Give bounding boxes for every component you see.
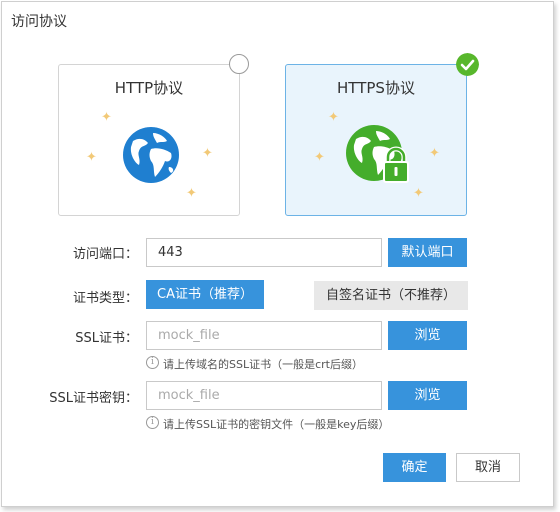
https-protocol-card[interactable]: HTTPS协议 ✦ ✦ ✦ ✦	[285, 64, 467, 216]
port-label: 访问端口：	[72, 247, 138, 262]
cert-type-label: 证书类型：	[72, 291, 138, 306]
self-signed-cert-option[interactable]: 自签名证书（不推荐）	[314, 281, 468, 310]
https-card-title: HTTPS协议	[337, 79, 415, 97]
http-card-title: HTTP协议	[114, 79, 184, 97]
ssl-cert-label: SSL证书：	[75, 331, 138, 346]
http-radio[interactable]	[229, 54, 249, 74]
https-selected-check-icon[interactable]	[456, 53, 479, 76]
cancel-button[interactable]: 取消	[456, 453, 520, 482]
sparkle-icon: ✦	[413, 186, 424, 201]
sparkle-icon: ✦	[86, 150, 97, 165]
sparkle-icon: ✦	[314, 150, 325, 165]
port-input[interactable]	[146, 238, 382, 267]
globe-icon	[123, 127, 179, 183]
dialog-title: 访问协议	[11, 14, 67, 30]
ssl-key-label: SSL证书密钥：	[49, 391, 138, 406]
sparkle-icon: ✦	[186, 186, 197, 201]
info-icon: i	[146, 416, 159, 429]
ssl-key-browse-button[interactable]: 浏览	[388, 381, 467, 410]
http-protocol-card[interactable]: HTTP协议 ✦ ✦ ✦ ✦	[58, 64, 240, 216]
sparkle-icon: ✦	[202, 146, 213, 161]
confirm-button[interactable]: 确定	[383, 453, 446, 482]
ssl-key-hint: 请上传SSL证书的密钥文件（一般是key后缀）	[163, 418, 390, 431]
sparkle-icon: ✦	[429, 146, 440, 161]
ca-cert-option[interactable]: CA证书（推荐）	[146, 280, 264, 309]
ssl-cert-browse-button[interactable]: 浏览	[388, 321, 467, 350]
ssl-cert-file-input[interactable]	[146, 321, 382, 350]
ssl-cert-hint: 请上传域名的SSL证书（一般是crt后缀）	[163, 358, 363, 371]
sparkle-icon: ✦	[101, 110, 112, 125]
ssl-key-file-input[interactable]	[146, 381, 382, 410]
default-port-button[interactable]: 默认端口	[388, 238, 467, 267]
info-icon: i	[146, 356, 159, 369]
secure-globe-icon	[346, 125, 409, 183]
sparkle-icon: ✦	[328, 110, 339, 125]
